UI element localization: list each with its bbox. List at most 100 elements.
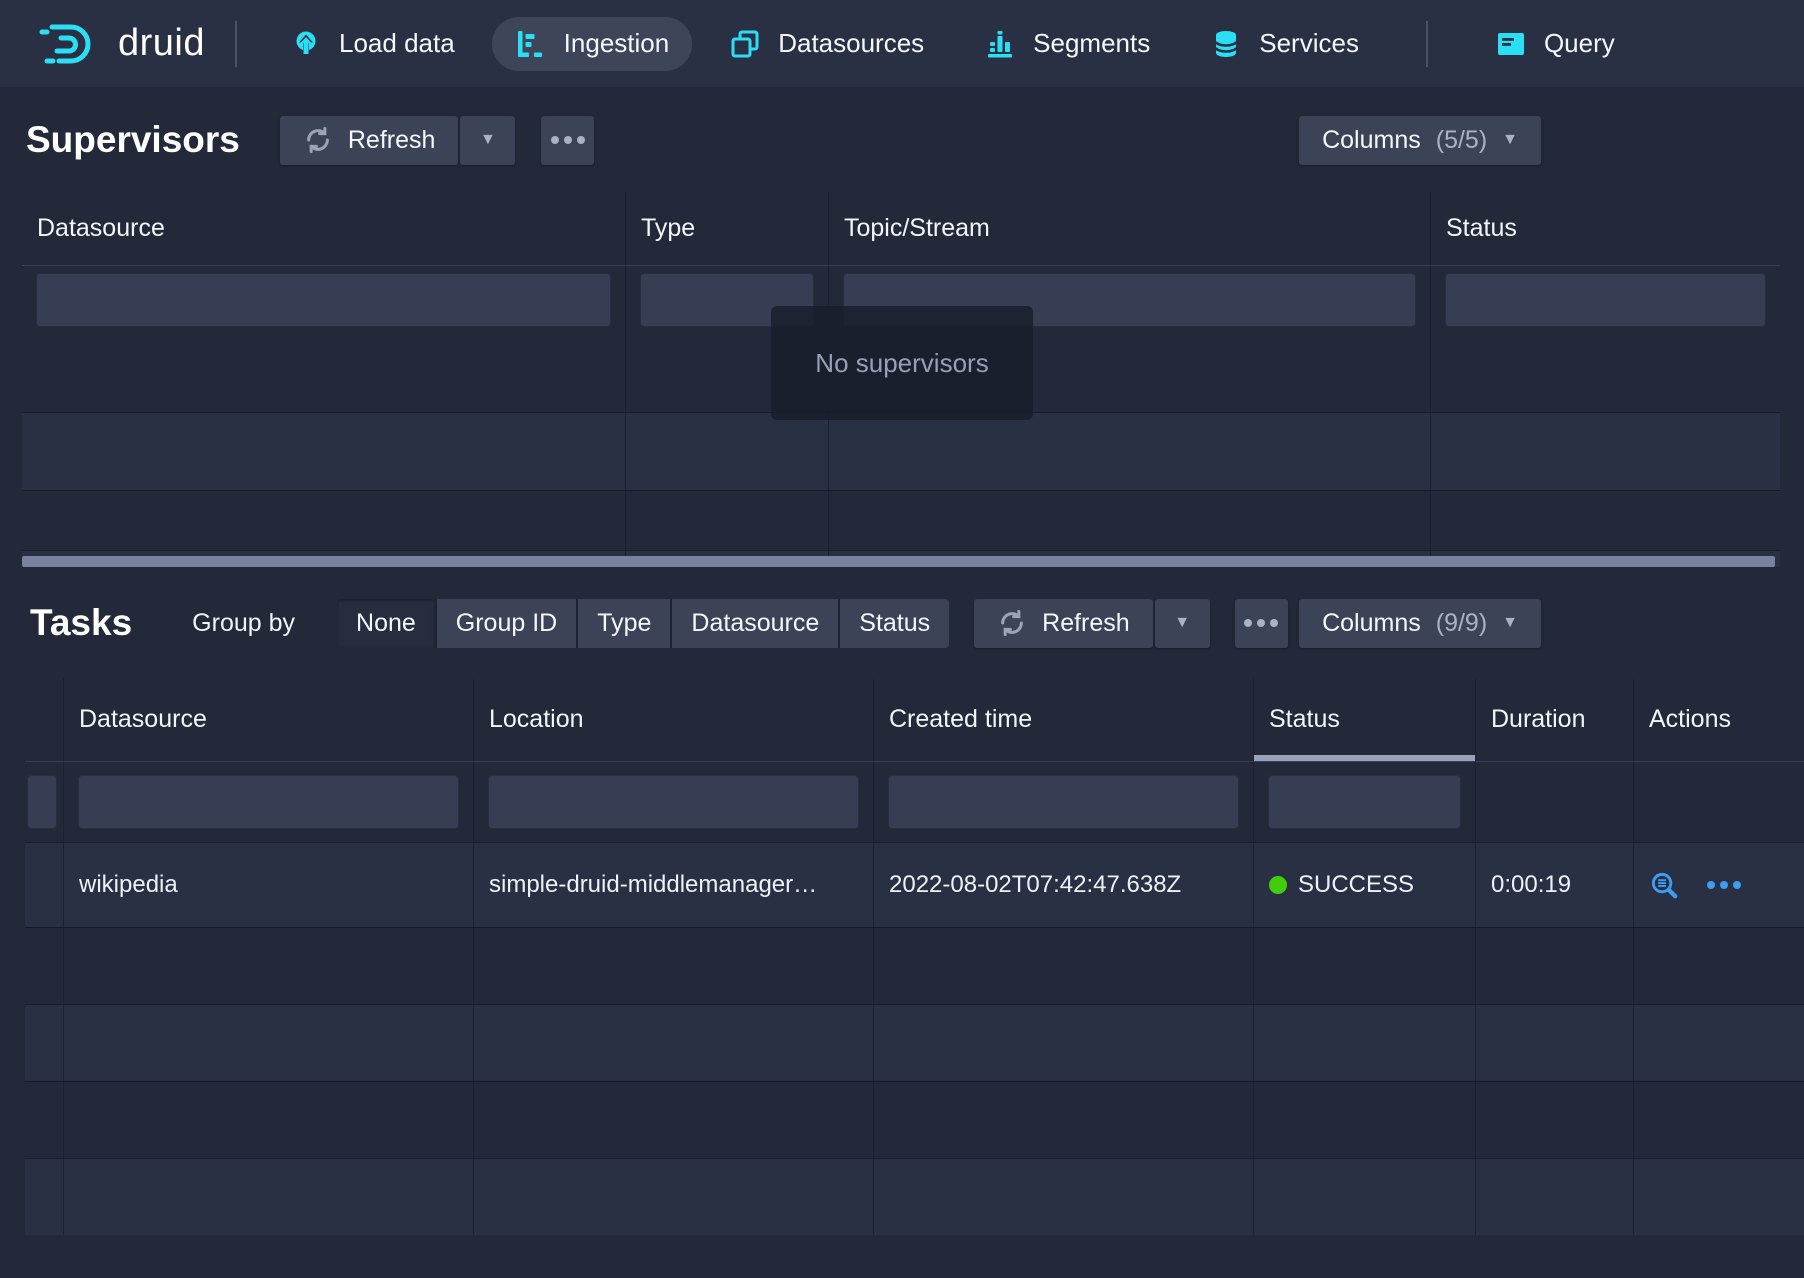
- supervisors-more-button[interactable]: [541, 116, 594, 165]
- chevron-down-icon: ▼: [1174, 615, 1190, 631]
- column-header-duration[interactable]: Duration: [1475, 678, 1633, 762]
- tasks-refresh-split-button: Refresh ▼: [974, 599, 1210, 648]
- nav-item-ingestion[interactable]: Ingestion: [492, 17, 693, 71]
- created-time-filter-input[interactable]: [888, 775, 1239, 829]
- group-by-group-id-button[interactable]: Group ID: [437, 599, 576, 648]
- column-header-actions[interactable]: Actions: [1633, 678, 1804, 762]
- no-supervisors-message: No supervisors: [771, 306, 1033, 420]
- refresh-label: Refresh: [348, 126, 436, 155]
- columns-label: Columns: [1322, 609, 1421, 638]
- cloud-upload-icon: [290, 28, 322, 60]
- task-more-actions-icon[interactable]: [1707, 881, 1741, 889]
- location-filter-input[interactable]: [488, 775, 859, 829]
- columns-count: (5/5): [1436, 126, 1487, 155]
- nav-label: Ingestion: [564, 28, 670, 59]
- columns-label: Columns: [1322, 126, 1421, 155]
- tasks-more-button[interactable]: [1235, 599, 1288, 648]
- chevron-down-icon: ▼: [1502, 615, 1518, 631]
- supervisors-title: Supervisors: [26, 119, 240, 161]
- group-by-type-button[interactable]: Type: [578, 599, 670, 648]
- supervisors-refresh-split-button: Refresh ▼: [280, 116, 516, 165]
- task-location[interactable]: simple-druid-middlemanager…: [489, 871, 817, 899]
- top-nav: druid Load data Ingestion: [0, 0, 1804, 87]
- task-row-wikipedia[interactable]: wikipedia simple-druid-middlemanager… 20…: [25, 842, 1804, 927]
- tasks-title: Tasks: [30, 602, 132, 644]
- column-header-location[interactable]: Location: [473, 678, 873, 762]
- nav-label: Query: [1544, 28, 1615, 59]
- refresh-icon: [997, 608, 1027, 638]
- supervisors-header-bar: Supervisors Refresh ▼ Columns (5/5) ▼: [26, 115, 1804, 165]
- nav-item-query[interactable]: Query: [1472, 17, 1638, 71]
- nav-item-segments[interactable]: Segments: [961, 17, 1173, 71]
- column-header-status[interactable]: Status: [1430, 192, 1780, 266]
- success-status-dot: [1269, 876, 1287, 894]
- row-filter-input[interactable]: [27, 775, 57, 829]
- status-filter-input[interactable]: [1268, 775, 1461, 829]
- supervisors-header-row: Datasource Type Topic/Stream Status: [22, 192, 1780, 266]
- empty-row: [22, 412, 1780, 490]
- nav-label: Services: [1259, 28, 1359, 59]
- chevron-down-icon: ▼: [480, 132, 496, 148]
- druid-logo[interactable]: druid: [38, 19, 205, 69]
- empty-row: [25, 927, 1804, 1004]
- datasource-filter-input[interactable]: [36, 273, 611, 327]
- logo-text: druid: [118, 22, 205, 65]
- group-by-status-button[interactable]: Status: [840, 599, 949, 648]
- nav-label: Segments: [1033, 28, 1150, 59]
- tasks-table: Datasource Location Created time Status …: [25, 678, 1804, 1235]
- tasks-refresh-button[interactable]: Refresh: [974, 599, 1153, 648]
- columns-count: (9/9): [1436, 609, 1487, 638]
- task-created-time[interactable]: 2022-08-02T07:42:47.638Z: [889, 871, 1181, 899]
- task-datasource[interactable]: wikipedia: [79, 871, 178, 899]
- group-by-label: Group by: [192, 609, 295, 638]
- group-by-segmented-control: None Group ID Type Datasource Status: [337, 599, 949, 648]
- console-icon: [1495, 28, 1527, 60]
- druid-logo-icon: [38, 19, 104, 69]
- chevron-down-icon: ▼: [1502, 132, 1518, 148]
- task-actions: [1633, 843, 1804, 927]
- supervisors-refresh-caret-button[interactable]: ▼: [460, 116, 515, 165]
- tasks-columns-dropdown[interactable]: Columns (9/9) ▼: [1299, 599, 1541, 648]
- stacked-squares-icon: [729, 28, 761, 60]
- group-by-datasource-button[interactable]: Datasource: [672, 599, 838, 648]
- status-filter-input[interactable]: [1445, 273, 1766, 327]
- nav-item-load-data[interactable]: Load data: [267, 17, 478, 71]
- empty-row: [22, 490, 1780, 550]
- empty-row: [25, 1081, 1804, 1158]
- column-header-status-sorted[interactable]: Status: [1253, 678, 1475, 762]
- nav-label: Datasources: [778, 28, 924, 59]
- column-header-type[interactable]: Type: [625, 192, 828, 266]
- refresh-label: Refresh: [1042, 609, 1130, 638]
- supervisors-columns-dropdown[interactable]: Columns (5/5) ▼: [1299, 116, 1541, 165]
- task-duration[interactable]: 0:00:19: [1491, 871, 1571, 899]
- column-header-datasource[interactable]: Datasource: [22, 192, 625, 266]
- nav-label: Load data: [339, 28, 455, 59]
- bar-chart-icon: [984, 28, 1016, 60]
- more-icon: [551, 136, 559, 144]
- datasource-filter-input[interactable]: [78, 775, 459, 829]
- nav-item-services[interactable]: Services: [1187, 17, 1382, 71]
- column-header-spacer: [25, 678, 63, 762]
- refresh-icon: [303, 125, 333, 155]
- column-header-topic-stream[interactable]: Topic/Stream: [828, 192, 1430, 266]
- tasks-header-bar: Tasks Group by None Group ID Type Dataso…: [30, 598, 1804, 648]
- column-header-datasource[interactable]: Datasource: [63, 678, 473, 762]
- tasks-refresh-caret-button[interactable]: ▼: [1155, 599, 1210, 648]
- tasks-filter-row: [25, 762, 1804, 842]
- nav-item-datasources[interactable]: Datasources: [706, 17, 947, 71]
- task-status[interactable]: SUCCESS: [1298, 871, 1414, 899]
- nav-divider: [235, 21, 237, 67]
- tasks-header-row: Datasource Location Created time Status …: [25, 678, 1804, 762]
- column-header-created-time[interactable]: Created time: [873, 678, 1253, 762]
- group-by-none-button[interactable]: None: [337, 599, 435, 648]
- sort-indicator: [1254, 755, 1475, 762]
- database-icon: [1210, 28, 1242, 60]
- nav-divider: [1426, 21, 1428, 67]
- empty-row: [25, 1158, 1804, 1235]
- horizontal-scrollbar[interactable]: [22, 556, 1775, 567]
- supervisors-refresh-button[interactable]: Refresh: [280, 116, 459, 165]
- empty-row: [25, 1004, 1804, 1081]
- ingestion-chart-icon: [515, 28, 547, 60]
- supervisors-table: Datasource Type Topic/Stream Status No s…: [22, 192, 1780, 567]
- task-detail-magnifier-icon[interactable]: [1649, 870, 1680, 901]
